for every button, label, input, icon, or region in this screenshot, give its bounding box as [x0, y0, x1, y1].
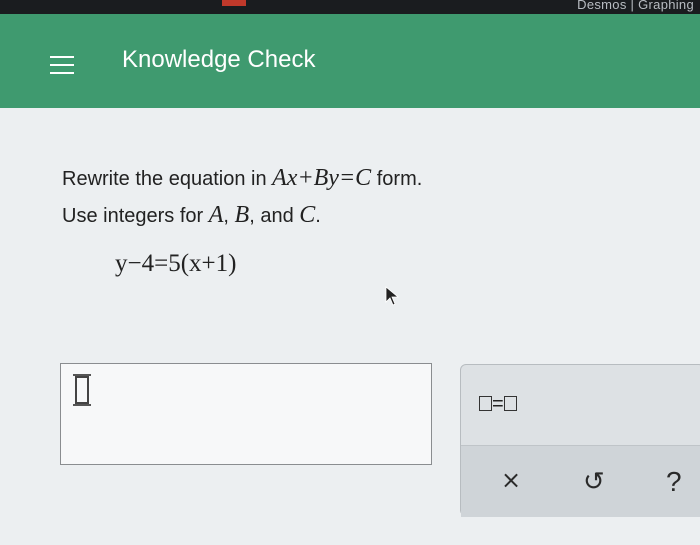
app-header: Knowledge Check — [0, 14, 700, 108]
browser-tab-label[interactable]: Desmos | Graphing — [577, 0, 694, 12]
browser-tab-indicator — [222, 0, 246, 6]
given-equation: y−4=5(x+1) — [115, 250, 237, 277]
math-tools-panel: = × ↺ ? — [460, 364, 700, 517]
browser-topbar: Desmos | Graphing — [0, 0, 700, 14]
prompt-line-2: Use integers for A, B, and C. — [62, 202, 321, 228]
page-title: Knowledge Check — [122, 46, 316, 73]
prompt-line-1: Rewrite the equation in Ax+By=C form. — [62, 165, 423, 191]
menu-icon[interactable] — [50, 56, 74, 74]
equation-template-button[interactable]: = — [479, 393, 559, 423]
undo-icon[interactable]: ↺ — [583, 466, 605, 497]
tool-button-row: × ↺ ? — [461, 445, 700, 517]
answer-input[interactable] — [60, 363, 432, 465]
question-prompt: Rewrite the equation in Ax+By=C form. Us… — [62, 160, 422, 234]
placeholder-box-icon — [73, 374, 91, 406]
form-expression: Ax+By=C — [272, 165, 372, 191]
clear-icon[interactable]: × — [501, 466, 521, 494]
question-area: Rewrite the equation in Ax+By=C form. Us… — [0, 108, 700, 545]
right-slot-icon — [503, 396, 517, 411]
left-slot-icon — [479, 396, 492, 411]
help-icon[interactable]: ? — [666, 466, 682, 498]
cursor-arrow-icon — [385, 286, 399, 306]
